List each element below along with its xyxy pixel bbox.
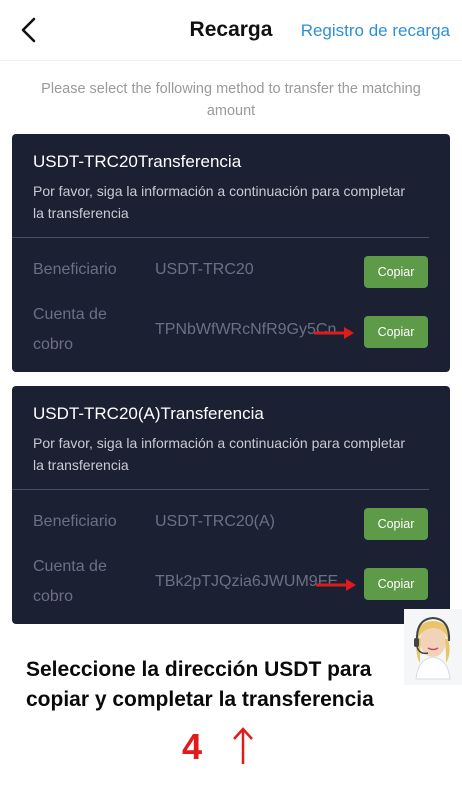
instruction-text: Please select the following method to tr…: [41, 81, 421, 119]
recharge-history-link[interactable]: Registro de recarga: [301, 21, 450, 41]
card-divider: [12, 489, 429, 490]
beneficiary-value: USDT-TRC20(A): [155, 513, 276, 530]
beneficiary-label: Beneficiario: [33, 513, 117, 530]
top-bar: Recarga Registro de recarga: [0, 0, 462, 60]
copy-beneficiary-button[interactable]: Copiar: [364, 256, 428, 288]
card-description: Por favor, siga la información a continu…: [33, 435, 405, 473]
card-title: USDT-TRC20(A)Transferencia: [33, 404, 264, 423]
card-divider: [12, 237, 429, 238]
account-label: Cuenta de cobro: [33, 558, 107, 605]
up-arrow-icon: [233, 727, 253, 764]
payment-method-card-trc20a: USDT-TRC20(A)Transferencia Por favor, si…: [12, 386, 450, 624]
payment-method-card-trc20: USDT-TRC20Transferencia Por favor, siga …: [12, 134, 450, 372]
header-divider: [0, 60, 462, 61]
card-description: Por favor, siga la información a continu…: [33, 183, 405, 221]
copy-account-button[interactable]: Copiar: [364, 316, 428, 348]
card-title: USDT-TRC20Transferencia: [33, 152, 242, 171]
beneficiary-value: USDT-TRC20: [155, 261, 254, 278]
instruction-caption: Seleccione la dirección USDT para copiar…: [26, 658, 374, 711]
step-number: 4: [182, 726, 203, 767]
copy-account-button[interactable]: Copiar: [364, 568, 428, 600]
red-arrow-icon: [314, 327, 354, 339]
account-label: Cuenta de cobro: [33, 306, 107, 353]
beneficiary-label: Beneficiario: [33, 261, 117, 278]
red-arrow-icon: [316, 579, 356, 591]
copy-beneficiary-button[interactable]: Copiar: [364, 508, 428, 540]
